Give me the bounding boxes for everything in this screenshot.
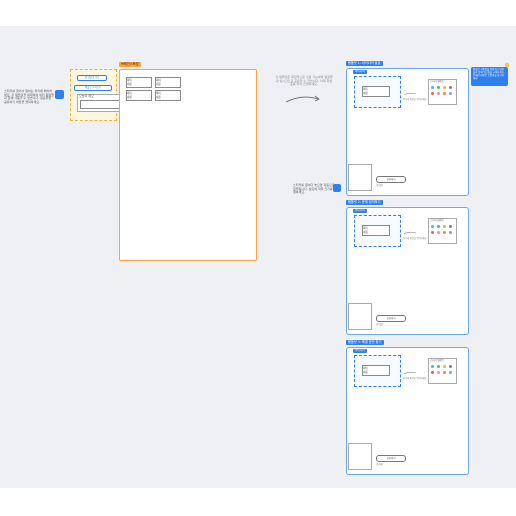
template-2-palette-title: 스티커 팔레트 [430,219,444,222]
template-3-sticker-swatch-6[interactable] [437,371,440,374]
template-2-tab[interactable]: 템플릿 2: 문제 정의하기 [346,200,383,205]
info-card[interactable]: 템플릿 사용법을 확인하고 팀원들과 함께 워크숍을 시작하세요. 자세한 내용… [471,67,508,86]
template-1-connector-icon [403,92,417,96]
info-card-text: 템플릿 사용법을 확인하고 팀원들과 함께 워크숍을 시작하세요. 자세한 내용… [473,68,505,80]
template-3-reset-link[interactable]: 초기화 [376,463,383,467]
side-instruction-note: 스티커를 끌어다 놓으면 자동으로 정렬됩니다. 필요에 따라 크기를 조절하세… [293,183,337,195]
template-3-sticker-swatch-8[interactable] [449,371,452,374]
blue-sticker-icon[interactable] [55,90,64,99]
add-template-button[interactable]: 새 템플릿 추가 [77,75,107,81]
template-3-thumbnail[interactable] [348,443,372,470]
import-template-button[interactable]: 템플릿 가져오기 [74,85,112,91]
template-2-share-button[interactable]: 공유하기 [376,315,406,322]
template-2-sticker-swatch-6[interactable] [437,231,440,234]
template-2-input[interactable]: 제목 내용 [362,225,390,236]
template-2-sticker-swatch-3[interactable] [443,225,446,228]
box-1-body: 내용 [127,83,132,86]
center-instruction-note: 각 템플릿은 독립적으로 사용 가능하며 팀원들과 실시간으로 공유할 수 있습… [275,75,333,87]
template-3-input-body: 내용 [363,371,368,374]
main-frame-box-1[interactable]: 제목 내용 [126,77,152,88]
template-3-tab[interactable]: 템플릿 3: 해결 방안 찾기 [346,340,384,345]
template-1-sticker-swatch-8[interactable] [449,92,452,95]
template-2-thumbnail[interactable] [348,303,372,330]
template-1-input[interactable]: 제목 내용 [362,86,390,97]
template-1-caption: 여기에 의견을 입력하세요 [403,98,427,101]
template-1-thumbnail[interactable] [348,164,372,191]
template-3-sticker-swatch-2[interactable] [437,365,440,368]
template-3-sticker-swatch-1[interactable] [431,365,434,368]
main-frame-box-2[interactable]: 제목 내용 [155,77,181,88]
template-3-subtab[interactable]: 아이디어 [353,349,367,353]
template-2-sticker-swatch-5[interactable] [431,231,434,234]
template-3-share-button[interactable]: 공유하기 [376,455,406,462]
template-3-input[interactable]: 제목 내용 [362,365,390,376]
template-1-palette-title: 스티커 팔레트 [430,80,444,83]
box-4-body: 내용 [156,96,161,99]
template-3-sticker-swatch-4[interactable] [449,365,452,368]
template-3-sticker-swatch-7[interactable] [443,371,446,374]
blue-side-sticker-icon[interactable] [333,184,341,192]
template-1-tab[interactable]: 템플릿 1: 아이디어 발굴 [346,61,383,66]
template-3-palette-title: 스티커 팔레트 [430,359,444,362]
box-3-body: 내용 [127,96,132,99]
template-2-sticker-swatch-2[interactable] [437,225,440,228]
memo-card-input[interactable] [80,100,120,109]
template-1-share-button[interactable]: 공유하기 [376,176,406,183]
curved-arrow-icon [285,95,320,103]
template-1-sticker-swatch-7[interactable] [443,92,446,95]
template-2-subtab[interactable]: 아이디어 [353,209,367,213]
left-instruction-note: 스티커를 끌어서 원하는 위치에 배치하세요. 각 템플릿을 복제하여 여러 팀… [4,89,54,104]
template-2-sticker-swatch-4[interactable] [449,225,452,228]
main-frame-box-3[interactable]: 제목 내용 [126,90,152,101]
template-1-sticker-swatch-6[interactable] [437,92,440,95]
template-2-sticker-swatch-1[interactable] [431,225,434,228]
template-2-caption: 여기에 의견을 입력하세요 [403,237,427,240]
template-1-sticker-swatch-2[interactable] [437,86,440,89]
main-frame-tab[interactable]: 브레인스토밍 [119,62,141,67]
template-2-sticker-swatch-7[interactable] [443,231,446,234]
template-2-connector-icon [403,231,417,235]
info-card-corner-icon [505,63,509,67]
template-1-sticker-swatch-1[interactable] [431,86,434,89]
template-3-sticker-swatch-5[interactable] [431,371,434,374]
memo-card-title: 오늘의 메모 [79,94,94,98]
template-1-reset-link[interactable]: 초기화 [376,184,383,188]
template-3-caption: 여기에 의견을 입력하세요 [403,377,427,380]
template-2-input-body: 내용 [363,231,368,234]
template-1-input-body: 내용 [363,92,368,95]
template-1-subtab[interactable]: 아이디어 [353,70,367,74]
template-2-sticker-swatch-8[interactable] [449,231,452,234]
main-frame-box-4[interactable]: 제목 내용 [155,90,181,101]
template-3-sticker-swatch-3[interactable] [443,365,446,368]
template-2-reset-link[interactable]: 초기화 [376,323,383,327]
template-1-sticker-swatch-5[interactable] [431,92,434,95]
template-3-connector-icon [403,371,417,375]
box-2-body: 내용 [156,83,161,86]
template-1-sticker-swatch-4[interactable] [449,86,452,89]
template-1-sticker-swatch-3[interactable] [443,86,446,89]
